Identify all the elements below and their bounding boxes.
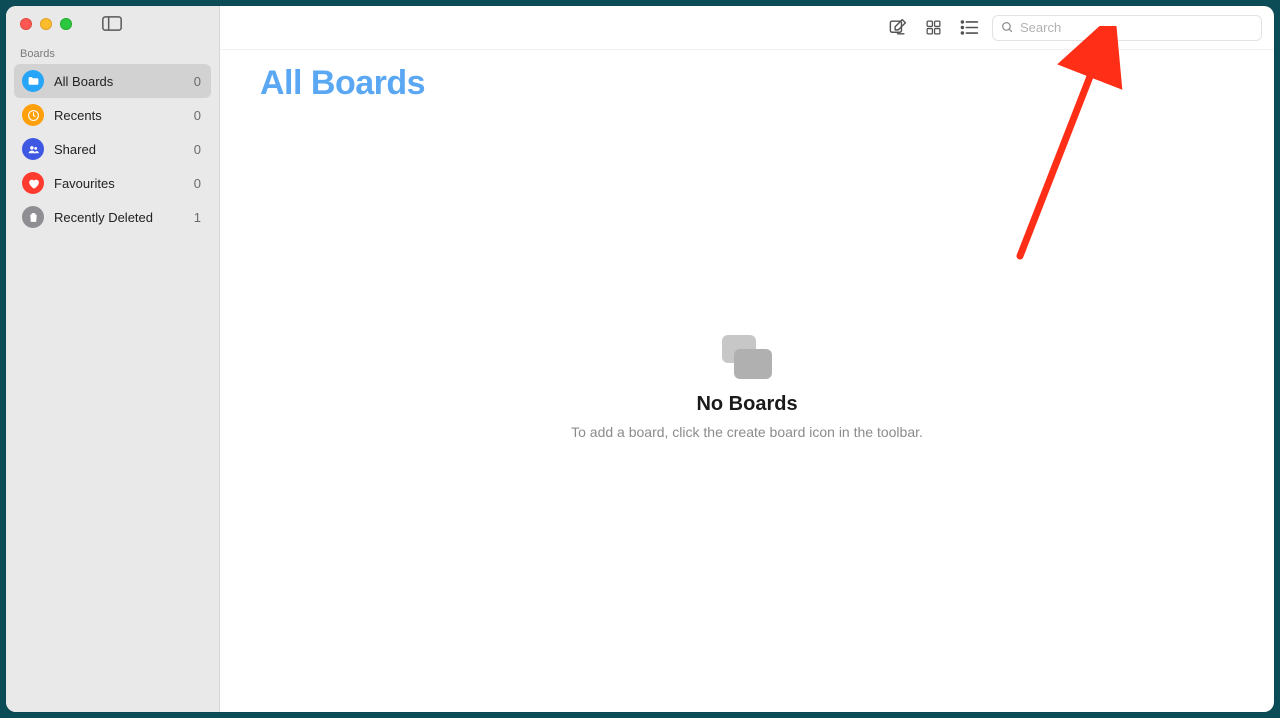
minimize-window-button[interactable] [40, 18, 52, 30]
sidebar-item-label: Recently Deleted [54, 210, 184, 225]
window-controls [20, 18, 72, 30]
close-window-button[interactable] [20, 18, 32, 30]
sidebar-item-all-boards[interactable]: All Boards 0 [14, 64, 211, 98]
titlebar [6, 16, 219, 42]
list-view-button[interactable] [956, 16, 982, 40]
toggle-sidebar-button[interactable] [102, 16, 122, 32]
sidebar-item-count: 0 [194, 142, 203, 157]
empty-state-subtitle: To add a board, click the create board i… [571, 424, 923, 440]
sidebar-item-recents[interactable]: Recents 0 [14, 98, 211, 132]
search-input[interactable] [1020, 20, 1253, 35]
sidebar-item-label: Shared [54, 142, 184, 157]
sidebar-section-label: Boards [6, 42, 219, 64]
sidebar-item-label: All Boards [54, 74, 184, 89]
fullscreen-window-button[interactable] [60, 18, 72, 30]
search-field[interactable] [992, 15, 1262, 41]
sidebar-item-count: 1 [194, 210, 203, 225]
app-window: Boards All Boards0Recents0Shared0Favouri… [6, 6, 1274, 712]
empty-state-title: No Boards [696, 393, 797, 416]
empty-state: No Boards To add a board, click the crea… [220, 83, 1274, 692]
toolbar [220, 6, 1274, 50]
sidebar-item-shared[interactable]: Shared 0 [14, 132, 211, 166]
sidebar-item-favourites[interactable]: Favourites 0 [14, 166, 211, 200]
sidebar: Boards All Boards0Recents0Shared0Favouri… [6, 6, 220, 712]
people-icon [22, 138, 44, 160]
heart-icon [22, 172, 44, 194]
sidebar-item-count: 0 [194, 108, 203, 123]
sidebar-nav: All Boards0Recents0Shared0Favourites0Rec… [6, 64, 219, 234]
folder-icon [22, 70, 44, 92]
sidebar-item-label: Favourites [54, 176, 184, 191]
main-content: All Boards No Boards To add a board, cli… [220, 6, 1274, 712]
sidebar-item-recently-deleted[interactable]: Recently Deleted 1 [14, 200, 211, 234]
create-board-button[interactable] [884, 16, 910, 40]
search-icon [1001, 21, 1014, 34]
grid-view-button[interactable] [920, 16, 946, 40]
boards-stack-icon [722, 335, 772, 379]
clock-icon [22, 104, 44, 126]
sidebar-item-count: 0 [194, 176, 203, 191]
sidebar-item-count: 0 [194, 74, 203, 89]
sidebar-item-label: Recents [54, 108, 184, 123]
trash-icon [22, 206, 44, 228]
